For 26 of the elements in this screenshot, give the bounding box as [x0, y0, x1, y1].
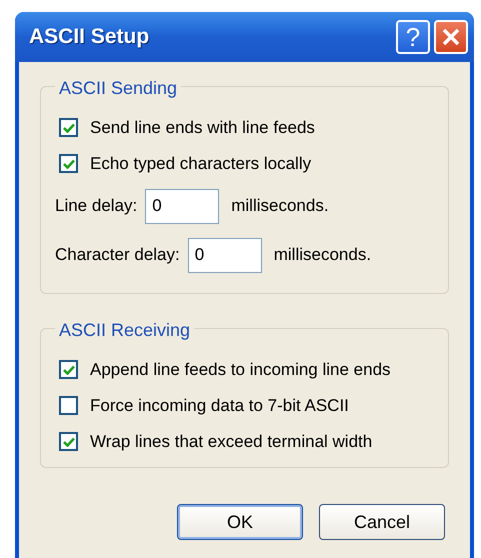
- close-button[interactable]: [434, 20, 468, 54]
- checkbox-label: Wrap lines that exceed terminal width: [90, 430, 372, 453]
- window-title: ASCII Setup: [29, 24, 150, 50]
- checkmark-icon: [62, 364, 74, 374]
- dialog-button[interactable]: Cancel: [319, 504, 445, 540]
- checkbox-label: Force incoming data to 7-bit ASCII: [90, 394, 349, 417]
- checkbox-label: Send line ends with line feeds: [90, 116, 315, 139]
- field-label: Line delay:: [55, 195, 138, 218]
- unit-label: milliseconds.: [274, 244, 372, 266]
- checkbox[interactable]: [59, 396, 78, 415]
- close-icon: [442, 28, 460, 46]
- checkbox-label: Append line feeds to incoming line ends: [90, 358, 391, 381]
- input-field[interactable]: 0: [145, 188, 220, 224]
- input-field[interactable]: 0: [188, 238, 262, 272]
- checkmark-icon: [62, 436, 74, 446]
- checkmark-icon: [62, 122, 74, 132]
- checkbox[interactable]: [59, 118, 78, 137]
- field-label: Character delay:: [55, 244, 180, 266]
- checkbox[interactable]: [59, 432, 78, 451]
- unit-label: milliseconds.: [231, 195, 329, 218]
- help-button[interactable]: ?: [396, 20, 430, 54]
- checkbox[interactable]: [59, 360, 78, 379]
- dialog-button[interactable]: OK: [177, 504, 303, 540]
- checkbox[interactable]: [59, 154, 78, 173]
- checkbox-label: Echo typed characters locally: [90, 152, 312, 175]
- checkmark-icon: [62, 158, 74, 168]
